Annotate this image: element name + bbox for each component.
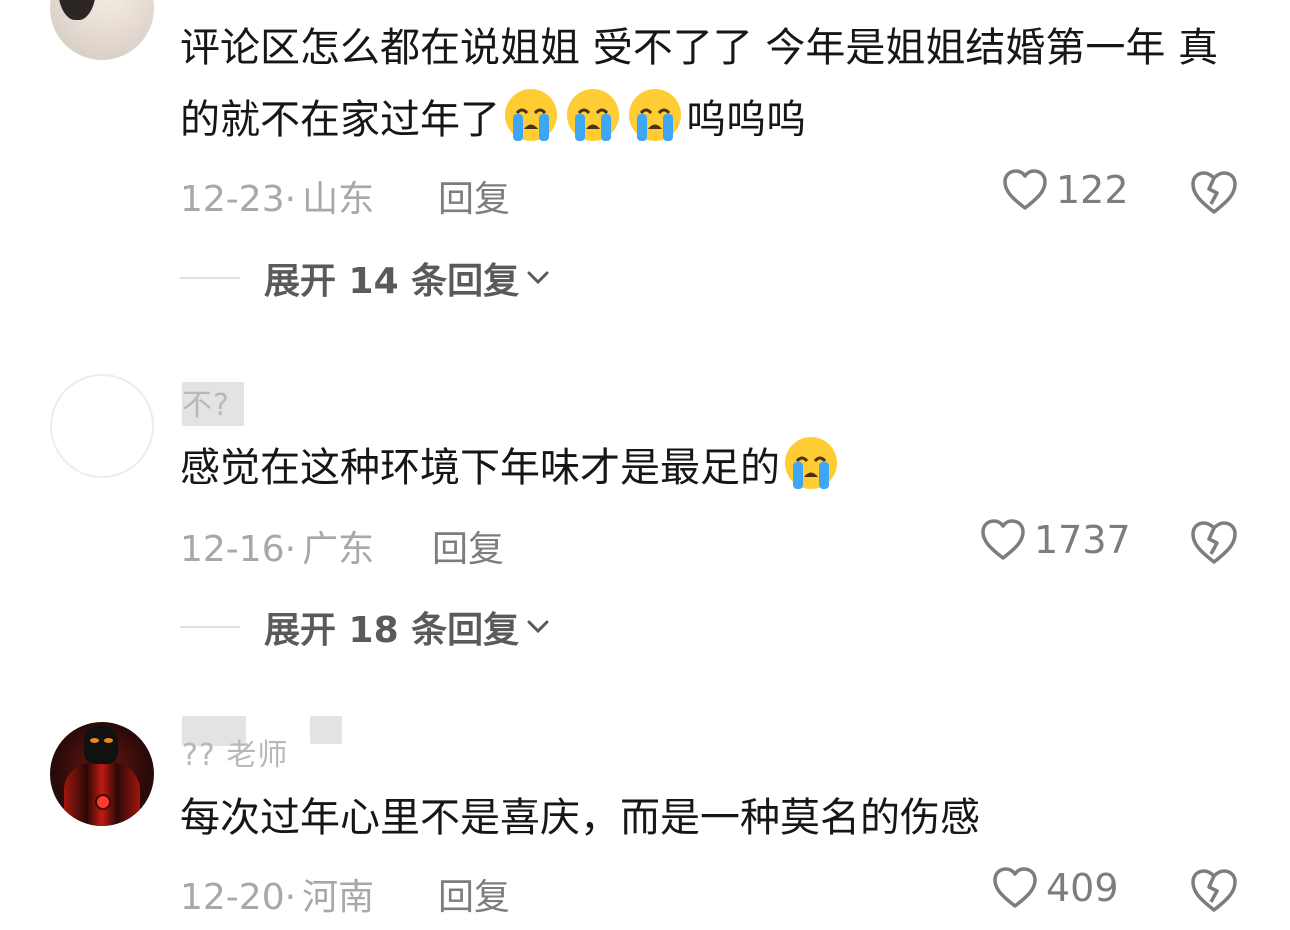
heart-outline-icon bbox=[993, 867, 1037, 908]
like-button[interactable]: 122 bbox=[1002, 168, 1129, 212]
expand-replies-label: 展开 18 条回复 bbox=[264, 610, 520, 651]
comment-text-body: 感觉在这种环境下年味才是最足的 bbox=[180, 445, 780, 491]
username[interactable]: ?? 老师 bbox=[182, 730, 288, 774]
heart-outline-icon bbox=[1003, 169, 1047, 210]
username-blur bbox=[310, 716, 342, 744]
divider-line bbox=[180, 626, 240, 628]
reply-button[interactable]: 回复 bbox=[432, 520, 504, 572]
comment-text: 每次过年心里不是喜庆，而是一种莫名的伤感 bbox=[180, 782, 1240, 854]
username[interactable]: 不? bbox=[182, 380, 230, 424]
like-count: 122 bbox=[1056, 168, 1129, 212]
comment-meta: 12-16· 广东 回复 bbox=[180, 520, 504, 572]
expand-replies-label: 展开 14 条回复 bbox=[264, 261, 520, 302]
chevron-down-icon bbox=[527, 620, 549, 634]
dislike-button[interactable] bbox=[1190, 868, 1238, 918]
divider-line bbox=[180, 277, 240, 279]
reply-button[interactable]: 回复 bbox=[438, 170, 510, 222]
reply-button[interactable]: 回复 bbox=[438, 868, 510, 920]
like-button[interactable]: 409 bbox=[992, 866, 1119, 910]
comment-location: 山东 bbox=[302, 179, 375, 220]
avatar[interactable] bbox=[50, 374, 154, 478]
chevron-down-icon bbox=[527, 271, 549, 285]
like-button[interactable]: 1737 bbox=[980, 518, 1131, 562]
expand-replies-button[interactable]: 展开 18 条回复 bbox=[180, 601, 549, 653]
comment-date: 12-20 bbox=[180, 877, 285, 918]
avatar-hair bbox=[58, 0, 96, 20]
avatar[interactable] bbox=[50, 0, 154, 60]
comment-meta: 12-23· 山东 回复 bbox=[180, 170, 510, 222]
comment-date: 12-23 bbox=[180, 179, 285, 220]
avatar[interactable] bbox=[50, 722, 154, 826]
dislike-button[interactable] bbox=[1190, 520, 1238, 570]
comment-date: 12-16 bbox=[180, 529, 285, 570]
avatar-figure-head bbox=[84, 726, 118, 764]
comment-text: 评论区怎么都在说姐姐 受不了了 今年是姐姐结婚第一年 真的就不在家过年了 呜呜呜 bbox=[180, 12, 1240, 156]
loudly-crying-face-icon bbox=[629, 89, 681, 141]
comment-text: 感觉在这种环境下年味才是最足的 bbox=[180, 432, 1240, 504]
loudly-crying-face-icon bbox=[567, 89, 619, 141]
dislike-button[interactable] bbox=[1190, 170, 1238, 220]
meta-separator: · bbox=[284, 179, 297, 220]
avatar-figure-eye bbox=[90, 738, 99, 743]
comment-location: 广东 bbox=[302, 529, 375, 570]
avatar-figure-core bbox=[95, 794, 111, 810]
loudly-crying-face-icon bbox=[505, 89, 557, 141]
comment-text-body: 每次过年心里不是喜庆，而是一种莫名的伤感 bbox=[180, 795, 980, 841]
comment-text-tail: 呜呜呜 bbox=[686, 97, 806, 143]
avatar-figure-eye bbox=[104, 738, 113, 743]
comment-location: 河南 bbox=[302, 877, 375, 918]
like-count: 409 bbox=[1046, 866, 1119, 910]
comment-meta: 12-20· 河南 回复 bbox=[180, 868, 510, 920]
broken-heart-icon bbox=[1191, 521, 1237, 564]
expand-replies-button[interactable]: 展开 14 条回复 bbox=[180, 252, 549, 304]
loudly-crying-face-icon bbox=[785, 437, 837, 489]
meta-separator: · bbox=[284, 877, 297, 918]
like-count: 1737 bbox=[1034, 518, 1131, 562]
heart-outline-icon bbox=[981, 519, 1025, 560]
meta-separator: · bbox=[284, 529, 297, 570]
broken-heart-icon bbox=[1191, 869, 1237, 912]
broken-heart-icon bbox=[1191, 171, 1237, 214]
